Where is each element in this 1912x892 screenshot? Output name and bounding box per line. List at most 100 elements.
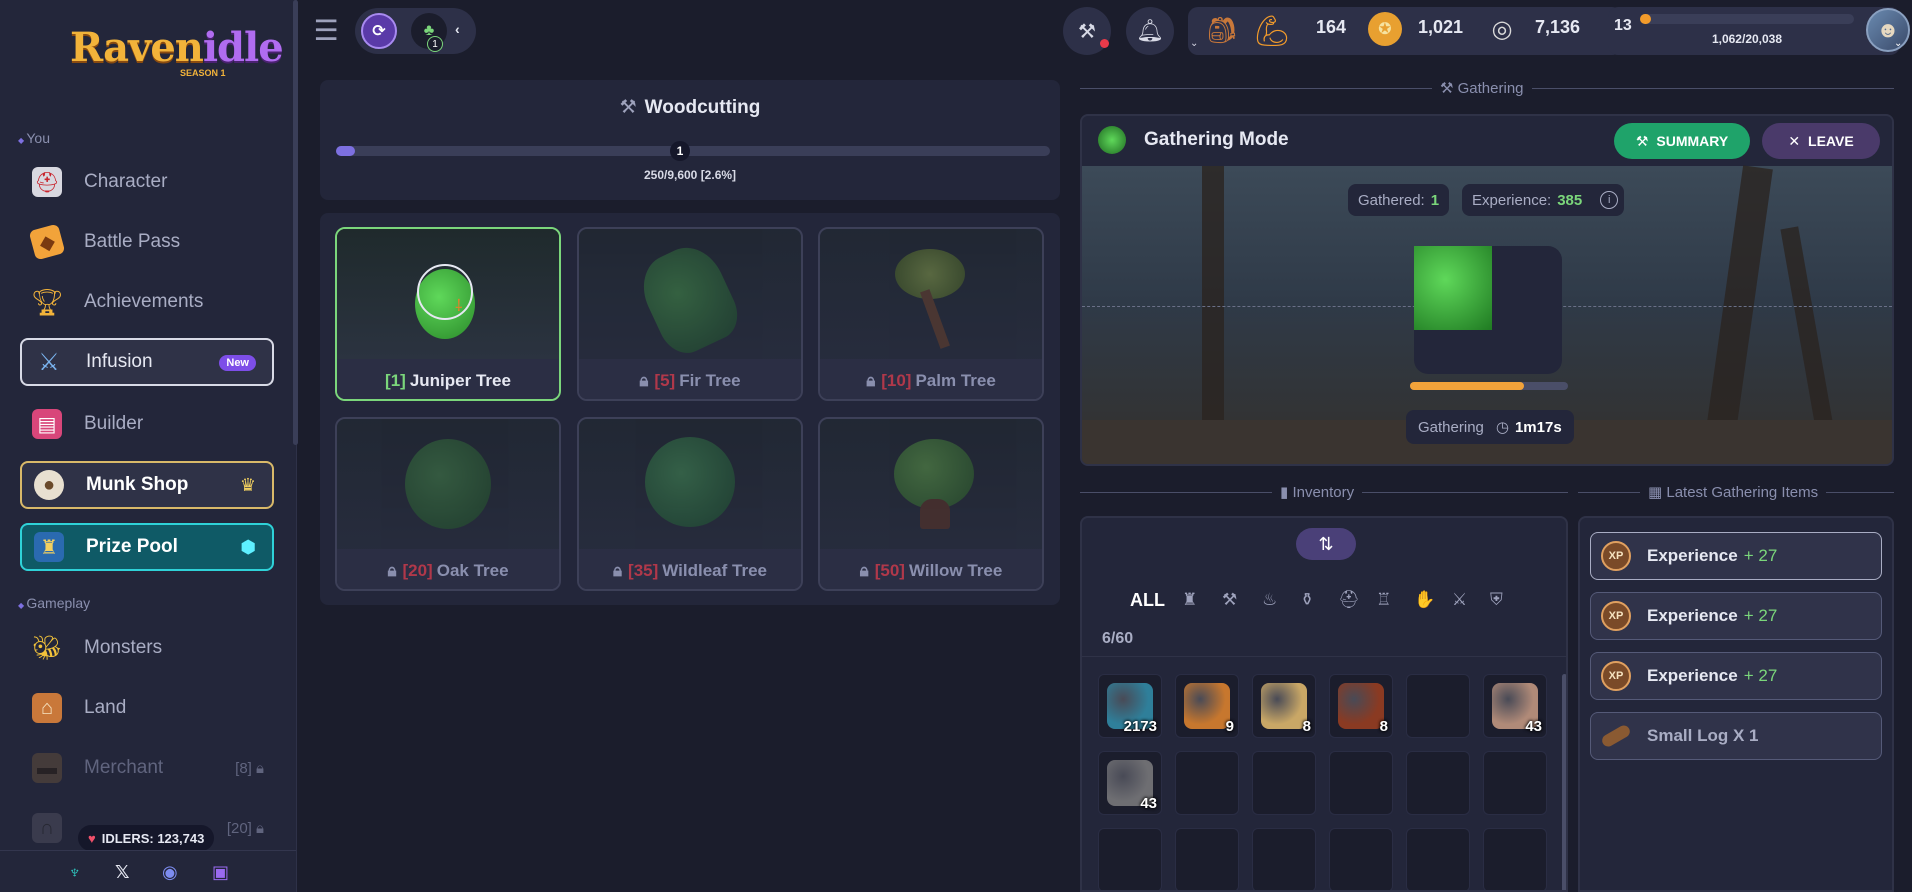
log-icon xyxy=(1184,683,1230,729)
sidebar-item-prize-pool[interactable]: ♜ Prize Pool ⬢ xyxy=(20,523,274,571)
inventory-slot[interactable] xyxy=(1329,828,1393,890)
sidebar-item-land[interactable]: ⌂ Land xyxy=(20,684,274,732)
knight-helmet-icon: ⛑ xyxy=(32,167,62,197)
tree-card-juniper[interactable]: ⸸ [1] Juniper Tree xyxy=(335,227,561,401)
prize-icon: ♜ xyxy=(34,532,64,562)
inventory-slot[interactable] xyxy=(1483,751,1547,815)
sidebar-item-munk-shop[interactable]: ● Munk Shop ♛ xyxy=(20,461,274,509)
filter-all[interactable]: ALL xyxy=(1130,590,1165,611)
sidebar-scrollbar[interactable] xyxy=(293,0,298,445)
sidebar-item-battle-pass[interactable]: ◆ Battle Pass xyxy=(20,218,274,266)
inventory-slot[interactable] xyxy=(1098,828,1162,890)
sword-icon: ⚔ xyxy=(38,348,60,376)
filter-cauldron-icon[interactable]: ♨ xyxy=(1262,590,1277,610)
section-gameplay: Gameplay xyxy=(18,595,90,611)
sidebar-item-label: Character xyxy=(84,171,168,192)
backpack-icon[interactable]: 🎒︎ xyxy=(1202,10,1242,50)
menu-icon[interactable]: ☰ xyxy=(311,16,341,46)
skill-progress-bar xyxy=(336,146,1050,156)
discord-icon[interactable]: ◉ xyxy=(162,862,178,883)
tree-name: 🔒︎ [35] Wildleaf Tree xyxy=(579,549,801,589)
leave-button[interactable]: ✕ LEAVE xyxy=(1762,123,1880,159)
beans-icon xyxy=(1338,683,1384,729)
avatar[interactable]: ☻ xyxy=(1866,8,1910,52)
inventory-scrollbar[interactable] xyxy=(1562,674,1566,890)
tree-card-fir[interactable]: 🔒︎ [5] Fir Tree xyxy=(577,227,803,401)
tree-card-willow[interactable]: 🔒︎ [50] Willow Tree xyxy=(818,417,1044,591)
sidebar-item-label: Merchant xyxy=(84,757,164,778)
inventory-slot[interactable]: 8 xyxy=(1252,674,1316,738)
inventory-slot[interactable] xyxy=(1406,674,1470,738)
item-count: 2173 xyxy=(1123,718,1157,735)
skill-header-panel: ⚒ Woodcutting 1 250/9,600 [2.6%] xyxy=(320,80,1060,200)
sort-toggle-button[interactable]: ⇅ xyxy=(1296,528,1356,560)
sidebar-item-label: Munk Shop xyxy=(86,474,189,495)
dropdown-chevron-icon[interactable]: ⌄ xyxy=(1190,38,1198,49)
xp-icon: XP xyxy=(1601,661,1631,691)
crown-icon: ♛ xyxy=(239,475,256,495)
ticket-icon: ◆ xyxy=(28,223,66,261)
inventory-slot[interactable] xyxy=(1329,751,1393,815)
lock-level: [8] 🔒︎ xyxy=(235,760,264,777)
filter-helmet-icon[interactable]: ⛑ xyxy=(1338,590,1360,610)
latest-item-row: Small Log X 1 xyxy=(1590,712,1882,760)
latest-item-row: XP Experience + 27 xyxy=(1590,532,1882,580)
sidebar-item-character[interactable]: ⛑ Character xyxy=(20,158,274,206)
inventory-slot[interactable] xyxy=(1175,751,1239,815)
sidebar-item-monsters[interactable]: 🐝︎ Monsters xyxy=(20,624,274,672)
tree-card-wildleaf[interactable]: 🔒︎ [35] Wildleaf Tree xyxy=(577,417,803,591)
avatar-chevron-icon[interactable]: ⌄ xyxy=(1894,38,1902,49)
ravenidle-link-icon[interactable]: ♆ xyxy=(68,862,82,883)
chest-icon: ▬ xyxy=(32,753,62,783)
inventory-slot[interactable] xyxy=(1406,828,1470,890)
sidebar-item-achievements[interactable]: 🏆︎ Achievements xyxy=(20,278,274,326)
inventory-slot[interactable] xyxy=(1175,828,1239,890)
bell-icon[interactable]: 🔔︎ xyxy=(1126,7,1174,55)
sidebar-item-merchant[interactable]: ▬ Merchant [8] 🔒︎ xyxy=(20,744,274,792)
wheat-icon xyxy=(1261,683,1307,729)
combat-skill-icon[interactable]: ⟳ xyxy=(361,13,397,49)
inventory-slot[interactable]: 43 xyxy=(1098,751,1162,815)
axe-icon: ⚒ xyxy=(1635,132,1649,149)
xp-icon: XP xyxy=(1601,541,1631,571)
inventory-slot[interactable]: 43 xyxy=(1483,674,1547,738)
twitch-icon[interactable]: ▣ xyxy=(212,862,229,883)
gate-icon: ∩ xyxy=(32,813,62,843)
filter-shield-icon[interactable]: ⛨ xyxy=(1490,590,1503,610)
summary-button[interactable]: ⚒ SUMMARY xyxy=(1614,123,1750,159)
inventory-slot[interactable] xyxy=(1483,828,1547,890)
collapse-chevron-icon[interactable]: ‹ xyxy=(455,21,460,37)
gathering-mode-title: Gathering Mode xyxy=(1144,129,1289,150)
inventory-slot[interactable]: 8 xyxy=(1329,674,1393,738)
sidebar-item-infusion[interactable]: ⚔ Infusion New xyxy=(20,338,274,386)
sidebar-item-label: Land xyxy=(84,697,127,718)
skill-progress-fill xyxy=(336,146,355,156)
filter-anvil-icon[interactable]: ⚒ xyxy=(1222,590,1237,610)
tree-card-oak[interactable]: 🔒︎ [20] Oak Tree xyxy=(335,417,561,591)
gathering-mode-header: Gathering Mode ⚒ SUMMARY ✕ LEAVE xyxy=(1082,116,1892,166)
logo-raven-text: Raven xyxy=(70,24,204,71)
inventory-slot[interactable] xyxy=(1252,828,1316,890)
inventory-slot[interactable]: 9 xyxy=(1175,674,1239,738)
inventory-slot[interactable]: 2173 xyxy=(1098,674,1162,738)
notification-dot xyxy=(1100,39,1109,48)
sidebar-item-label: Prize Pool xyxy=(86,536,178,557)
strength-value: 164 xyxy=(1316,17,1347,37)
ravenidle-logo[interactable]: Ravenidle SEASON 1 xyxy=(70,24,284,84)
filter-potion-icon[interactable]: ⚱ xyxy=(1300,590,1314,610)
sidebar-item-builder[interactable]: ▤ Builder xyxy=(20,400,274,448)
logo-idle-text: idle xyxy=(202,24,284,71)
x-twitter-icon[interactable]: 𝕏 xyxy=(115,862,130,883)
filter-chest-armor-icon[interactable]: ♖ xyxy=(1376,590,1391,610)
filter-gloves-icon[interactable]: ✋ xyxy=(1414,590,1435,610)
tree-name: 🔒︎ [20] Oak Tree xyxy=(337,549,559,589)
tree-card-palm[interactable]: 🔒︎ [10] Palm Tree xyxy=(818,227,1044,401)
inventory-slot[interactable] xyxy=(1406,751,1470,815)
logo-season-text: SEASON 1 xyxy=(180,68,226,78)
filter-tools-icon[interactable]: ⚔ xyxy=(1452,590,1467,610)
inventory-slot[interactable] xyxy=(1252,751,1316,815)
info-icon[interactable]: i xyxy=(1600,191,1619,209)
filter-armor-icon[interactable]: ♜ xyxy=(1182,590,1197,610)
skill-count-badge: 1 xyxy=(427,36,443,52)
lock-icon: 🔒︎ xyxy=(256,760,264,777)
